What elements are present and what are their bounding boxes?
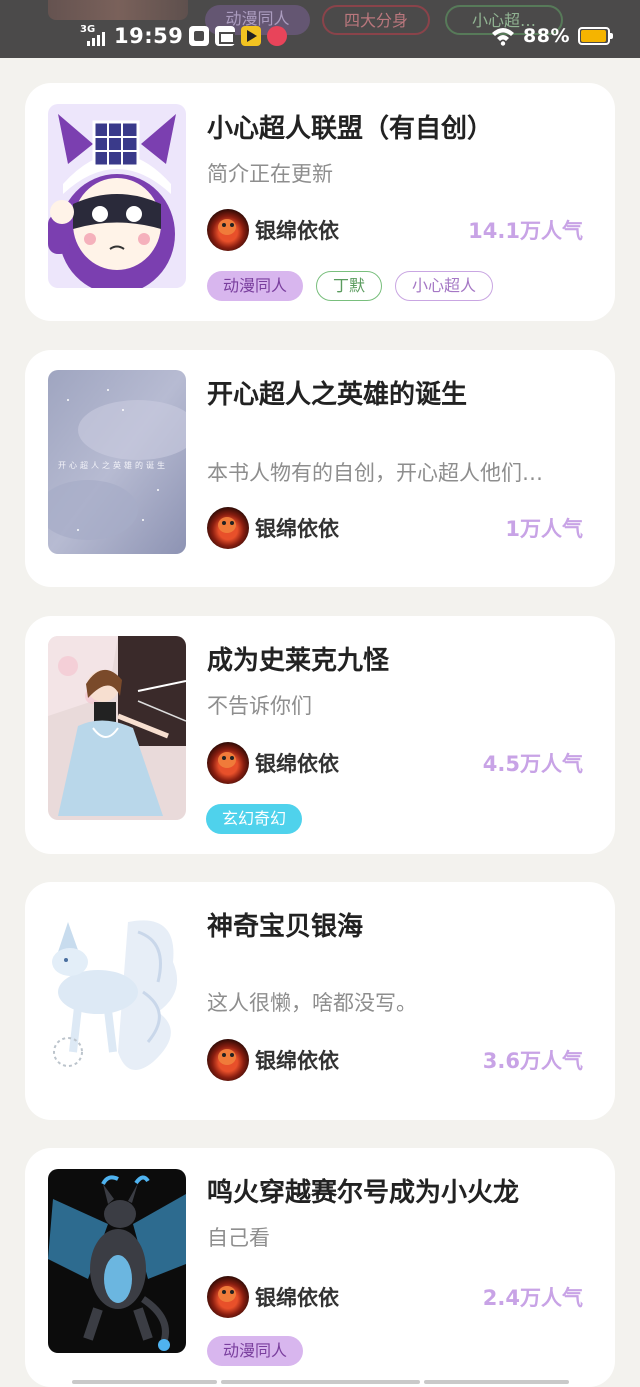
status-bar: 动漫同人 四大分身 小心超… 3G 19:59 88% — [0, 0, 640, 58]
author-name[interactable]: 银绵依依 — [255, 748, 339, 778]
author-name[interactable]: 银绵依依 — [255, 1282, 339, 1312]
author-row: 银绵依依 1万人气 — [207, 507, 583, 549]
anime-girl-cover[interactable] — [48, 636, 186, 820]
author-name[interactable]: 银绵依依 — [255, 513, 339, 543]
book-title[interactable]: 鸣火穿越赛尔号成为小火龙 — [207, 1172, 519, 1209]
tag[interactable]: 动漫同人 — [207, 271, 304, 301]
book-card[interactable]: 小心超人联盟（有自创） 简介正在更新 银绵依依 14.1万人气 动漫同人 丁默 … — [25, 83, 615, 321]
avatar[interactable] — [207, 209, 249, 251]
book-title[interactable]: 开心超人之英雄的诞生 — [207, 374, 467, 411]
book-card[interactable]: 开心超人之英雄的诞生 开心超人之英雄的诞生 本书人物有的自创，开心超人他们… 银… — [25, 350, 615, 587]
dragon-cover[interactable] — [48, 1169, 186, 1353]
starry-blue-cover[interactable]: 开心超人之英雄的诞生 — [48, 370, 186, 554]
battery-percent: 88% — [523, 25, 570, 47]
avatar[interactable] — [207, 742, 249, 784]
cartoon-hero-cover[interactable] — [48, 104, 186, 288]
popularity-count: 3.6万人气 — [482, 1049, 583, 1073]
clock: 19:59 — [114, 24, 184, 48]
author-row: 银绵依依 14.1万人气 — [207, 209, 583, 251]
avatar[interactable] — [207, 1039, 249, 1081]
popularity-count: 2.4万人气 — [482, 1286, 583, 1310]
author-row: 银绵依依 3.6万人气 — [207, 1039, 583, 1081]
tag-list: 玄幻奇幻 — [206, 804, 303, 834]
cover-title-text: 开心超人之英雄的诞生 — [58, 461, 168, 470]
book-card[interactable]: 神奇宝贝银海 这人很懒，啥都没写。 银绵依依 3.6万人气 — [25, 882, 615, 1120]
author-name[interactable]: 银绵依依 — [255, 1045, 339, 1075]
book-title[interactable]: 成为史莱克九怪 — [207, 640, 389, 677]
book-description: 这人很懒，啥都没写。 — [207, 991, 417, 1015]
wifi-icon — [492, 28, 515, 46]
avatar[interactable] — [207, 507, 249, 549]
tag[interactable]: 玄幻奇幻 — [206, 804, 303, 834]
video-app-icon — [241, 26, 262, 46]
book-title[interactable]: 神奇宝贝银海 — [207, 906, 363, 943]
social-app-icon — [267, 26, 288, 46]
peek-cover-thumbnail — [48, 0, 188, 20]
avatar[interactable] — [207, 1276, 249, 1318]
book-card[interactable]: 鸣火穿越赛尔号成为小火龙 自己看 银绵依依 2.4万人气 动漫同人 — [25, 1148, 615, 1387]
popularity-count: 14.1万人气 — [468, 219, 583, 243]
book-description: 自己看 — [207, 1226, 270, 1250]
signal-icon: 3G — [80, 24, 108, 48]
book-description: 简介正在更新 — [207, 162, 333, 186]
gallery-app-icon — [189, 26, 210, 46]
scroll-indicator — [221, 1380, 420, 1384]
message-app-icon — [215, 26, 236, 46]
book-description: 不告诉你们 — [207, 694, 312, 718]
book-title[interactable]: 小心超人联盟（有自创） — [207, 108, 493, 145]
tag-list: 动漫同人 丁默 小心超人 — [207, 271, 494, 301]
tag-list: 动漫同人 — [207, 1336, 304, 1366]
popularity-count: 1万人气 — [505, 517, 583, 541]
book-description: 本书人物有的自创，开心超人他们… — [207, 461, 543, 485]
scroll-indicator — [72, 1380, 217, 1384]
peek-tag[interactable]: 四大分身 — [322, 5, 430, 35]
book-card[interactable]: 成为史莱克九怪 不告诉你们 银绵依依 4.5万人气 玄幻奇幻 — [25, 616, 615, 854]
author-name[interactable]: 银绵依依 — [255, 215, 339, 245]
battery-icon — [578, 27, 613, 45]
popularity-count: 4.5万人气 — [482, 752, 583, 776]
tag[interactable]: 小心超人 — [395, 271, 494, 301]
scroll-indicator — [424, 1380, 569, 1384]
tag[interactable]: 动漫同人 — [207, 1336, 304, 1366]
tag[interactable]: 丁默 — [316, 271, 383, 301]
author-row: 银绵依依 2.4万人气 — [207, 1276, 583, 1318]
author-row: 银绵依依 4.5万人气 — [207, 742, 583, 784]
white-fox-cover[interactable] — [48, 902, 186, 1086]
